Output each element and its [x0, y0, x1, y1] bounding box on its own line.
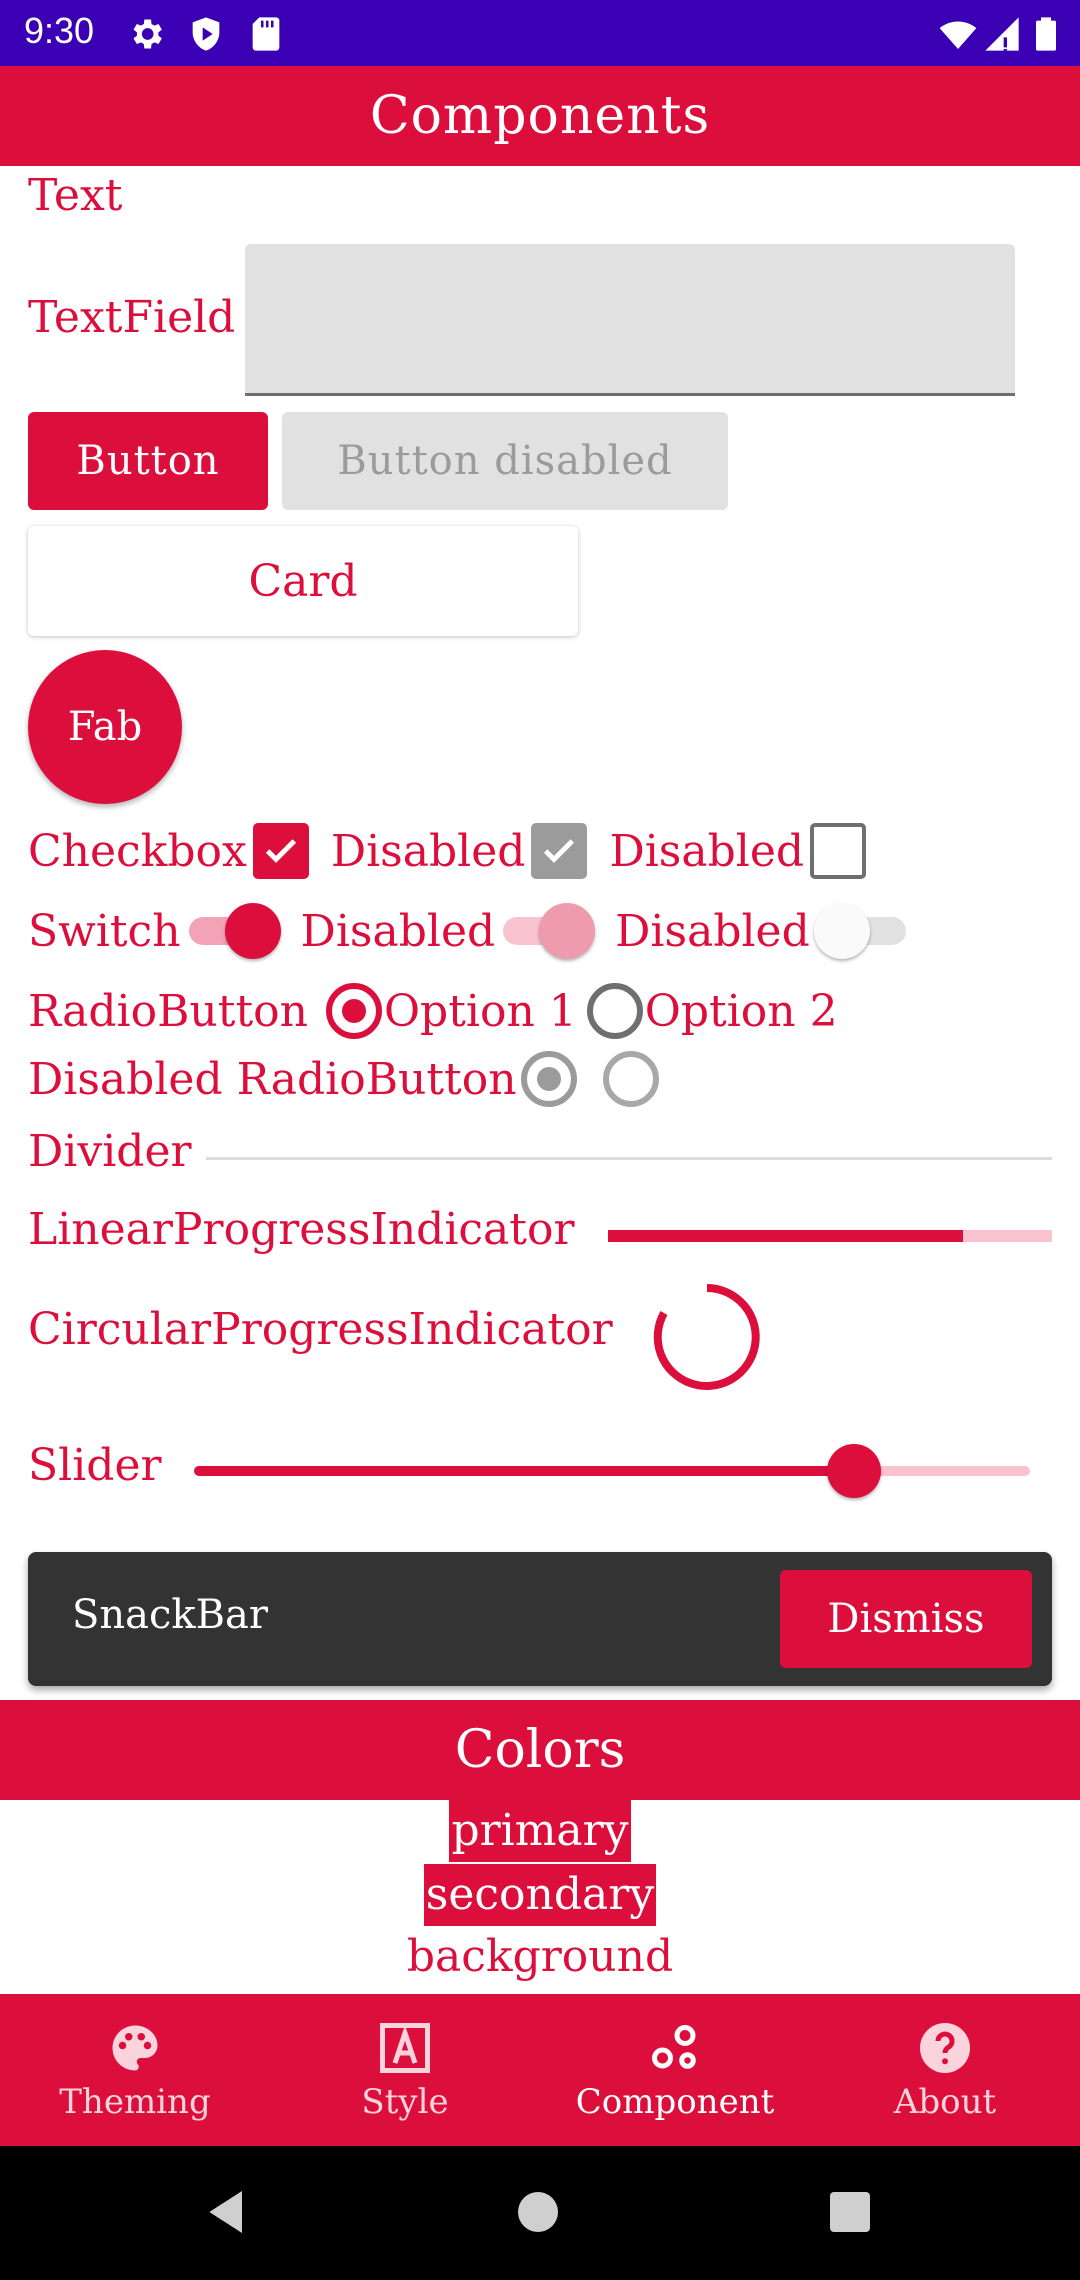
checkbox-unchecked[interactable]: [810, 823, 867, 879]
switch-row: Switch Disabled Disabled: [28, 898, 910, 964]
sd-card-icon: [252, 17, 280, 51]
status-time: 9:30: [24, 10, 95, 51]
switch-disabled-label-2: Disabled: [615, 905, 810, 957]
color-swatch-primary: primary: [0, 1800, 1080, 1862]
nav-label-component: Component: [575, 2082, 775, 2122]
top-app-bar: Components: [0, 66, 1080, 166]
disabled-button: Button disabled: [282, 412, 728, 510]
circular-progress-indicator: [653, 1284, 760, 1390]
linear-progress-fill: [608, 1230, 964, 1242]
color-swatch-secondary: secondary: [0, 1864, 1080, 1926]
radio-option-1[interactable]: [325, 983, 382, 1039]
linear-progress-label: LinearProgressIndicator: [28, 1204, 575, 1255]
snackbar: SnackBar Dismiss: [28, 1552, 1052, 1686]
divider: [206, 1157, 1052, 1160]
nav-item-theming[interactable]: Theming: [0, 1994, 270, 2146]
switch-disabled-off: [813, 903, 910, 959]
settings-icon: [133, 19, 162, 49]
slider-label: Slider: [28, 1440, 162, 1491]
radio-label: RadioButton: [28, 985, 308, 1037]
checkbox-checked[interactable]: [252, 823, 309, 879]
help-icon: [920, 2023, 970, 2073]
card[interactable]: Card: [28, 526, 578, 636]
switch-disabled-label-1: Disabled: [300, 905, 496, 957]
slider-track[interactable]: [194, 1466, 1030, 1476]
check-icon: [544, 839, 575, 863]
disabled-radio-label: Disabled RadioButton: [28, 1053, 517, 1105]
background-color-label: background: [404, 1926, 676, 1988]
nav-label-about: About: [893, 2082, 997, 2122]
check-icon: [265, 839, 296, 863]
radio-option-2[interactable]: [586, 983, 643, 1039]
system-navigation-bar: [0, 2146, 1080, 2280]
shield-play-icon: [192, 17, 220, 51]
component-icon: [651, 2024, 696, 2069]
radio-disabled-unselected: [602, 1051, 659, 1107]
circular-progress-label: CircularProgressIndicator: [28, 1304, 613, 1355]
slider-active-track: [194, 1466, 855, 1476]
status-bar: 9:30: [0, 0, 1080, 66]
checkbox-disabled-checked: [531, 823, 588, 879]
linear-progress-bar: [608, 1230, 1052, 1242]
wifi-icon: [939, 21, 977, 49]
textfield-label: TextField: [28, 292, 236, 343]
radio-row: RadioButton Option 1 Option 2: [28, 978, 838, 1044]
switch-on[interactable]: [185, 903, 281, 959]
colors-header: Colors: [0, 1700, 1080, 1800]
secondary-color-label: secondary: [423, 1864, 657, 1926]
fab-button[interactable]: Fab: [28, 650, 182, 804]
color-swatch-background: background: [0, 1926, 1080, 1988]
nav-item-style[interactable]: Style: [270, 1994, 540, 2146]
text-label: Text: [28, 170, 123, 221]
dismiss-button[interactable]: Dismiss: [780, 1570, 1032, 1668]
checkbox-label: Checkbox: [28, 825, 247, 877]
radio-option-1-label: Option 1: [383, 985, 577, 1037]
disabled-radio-row: Disabled RadioButton: [28, 1046, 659, 1112]
radio-disabled-selected: [520, 1051, 577, 1107]
snackbar-message: SnackBar: [72, 1592, 269, 1638]
nav-label-theming: Theming: [59, 2082, 211, 2122]
back-icon[interactable]: [200, 2184, 256, 2240]
colors-title: Colors: [454, 1720, 626, 1780]
checkbox-disabled-label-1: Disabled: [330, 825, 526, 877]
switch-label: Switch: [28, 905, 181, 957]
text-field[interactable]: [245, 244, 1015, 396]
nav-item-about[interactable]: About: [810, 1994, 1080, 2146]
switch-disabled-on: [499, 903, 596, 959]
bottom-navigation: Theming Style Component About: [0, 1994, 1080, 2146]
signal-icon: [985, 17, 1019, 51]
primary-button[interactable]: Button: [28, 412, 268, 510]
slider-thumb[interactable]: [827, 1444, 882, 1498]
page-title: Components: [369, 86, 711, 146]
checkbox-row: Checkbox Disabled Disabled: [28, 818, 867, 884]
home-icon[interactable]: [514, 2188, 562, 2236]
palette-icon: [112, 2025, 158, 2071]
radio-option-2-label: Option 2: [644, 985, 838, 1037]
nav-label-style: Style: [361, 2082, 449, 2122]
nav-item-component[interactable]: Component: [540, 1994, 810, 2146]
divider-label: Divider: [28, 1126, 192, 1177]
checkbox-disabled-label-2: Disabled: [609, 825, 805, 877]
battery-icon: [1036, 17, 1056, 51]
primary-color-label: primary: [449, 1800, 631, 1862]
text-style-icon: [380, 2023, 430, 2073]
recents-icon[interactable]: [826, 2188, 874, 2236]
